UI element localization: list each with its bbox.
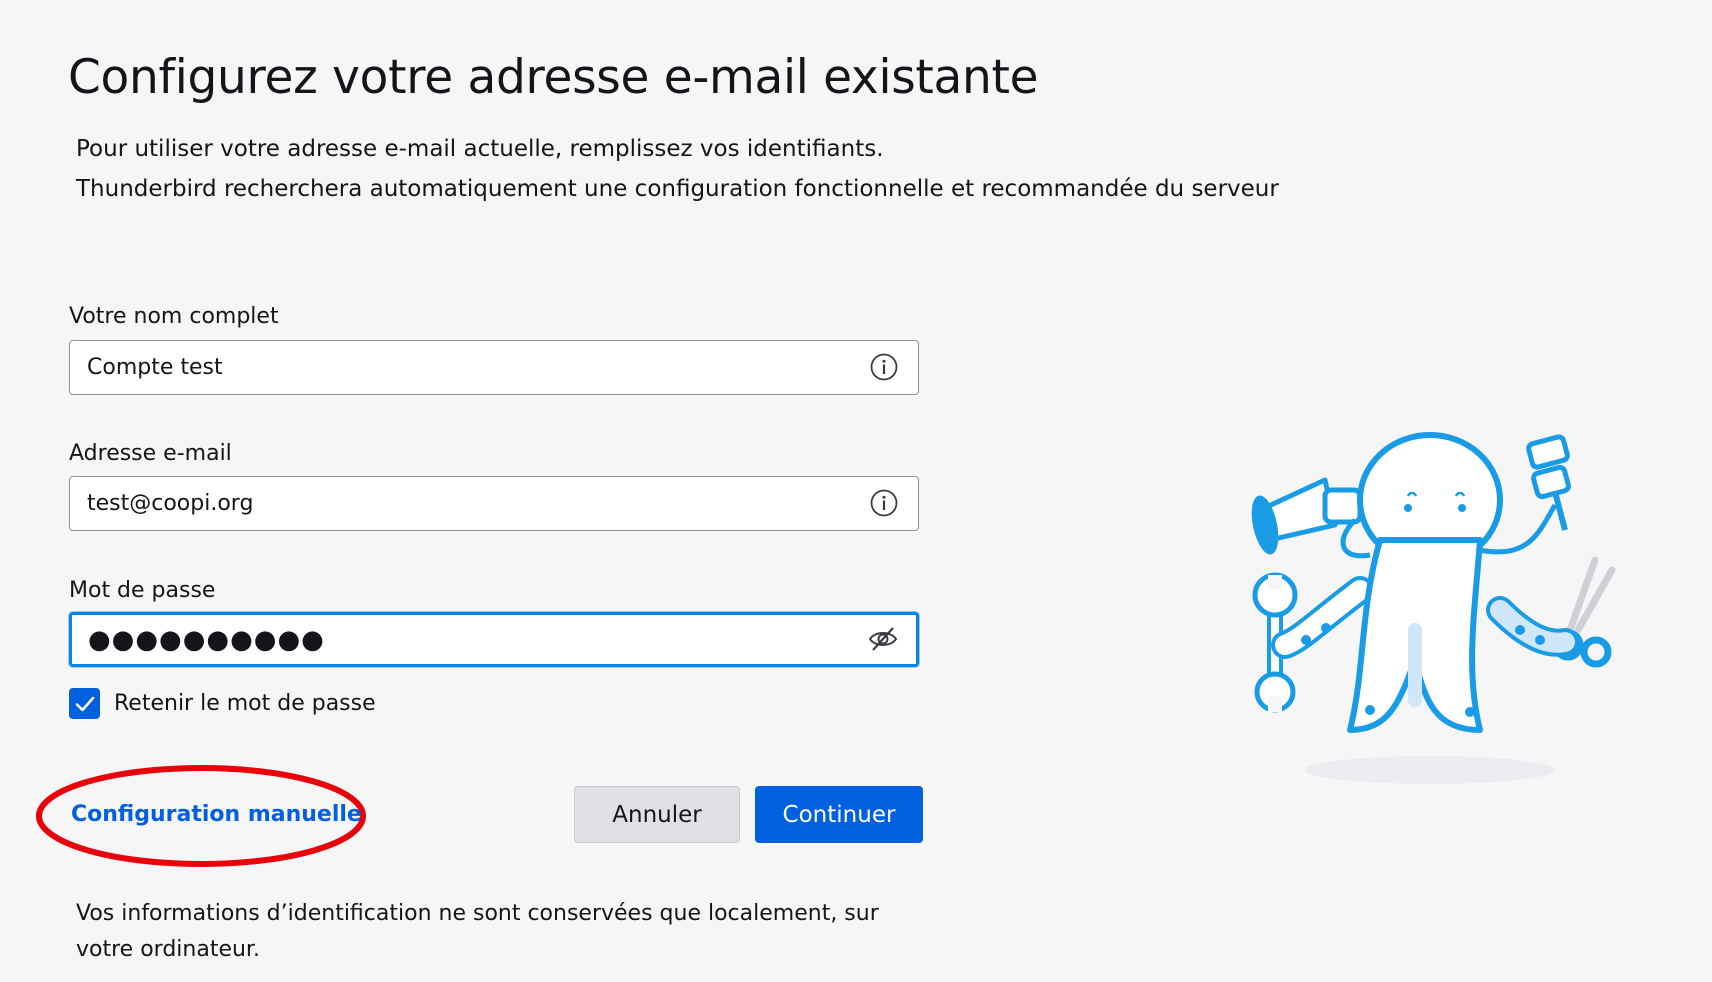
checkmark-icon	[75, 696, 94, 711]
octopus-mascot-illustration	[1251, 432, 1616, 784]
info-icon[interactable]	[868, 351, 900, 383]
email-field[interactable]: test@coopi.org	[69, 476, 919, 531]
credentials-note: Vos informations d’identification ne son…	[76, 901, 879, 962]
page-subtitle-line2: Thunderbird recherchera automatiquement …	[76, 176, 1279, 202]
eye-slash-icon[interactable]	[867, 623, 899, 655]
manual-configuration-link[interactable]: Configuration manuelle	[71, 802, 362, 827]
password-label: Mot de passe	[69, 578, 216, 603]
password-field[interactable]: ●●●●●●●●●●	[69, 612, 919, 667]
info-icon[interactable]	[868, 487, 900, 519]
page-title: Configurez votre adresse e-mail existant…	[68, 50, 1039, 105]
page-subtitle-line1: Pour utiliser votre adresse e-mail actue…	[76, 136, 884, 162]
remember-password-checkbox[interactable]	[69, 688, 100, 719]
continue-button[interactable]: Continuer	[755, 786, 923, 843]
remember-password-label[interactable]: Retenir le mot de passe	[114, 691, 376, 716]
account-setup-page: Configurez votre adresse e-mail existant…	[0, 0, 1712, 982]
full-name-field[interactable]: Compte test	[69, 340, 919, 395]
password-value: ●●●●●●●●●●	[88, 625, 325, 655]
full-name-value: Compte test	[87, 355, 223, 380]
full-name-label: Votre nom complet	[69, 304, 279, 329]
cancel-button[interactable]: Annuler	[574, 786, 740, 843]
email-label: Adresse e-mail	[69, 441, 232, 466]
email-value: test@coopi.org	[87, 491, 254, 516]
remember-password-row: Retenir le mot de passe	[69, 688, 376, 719]
